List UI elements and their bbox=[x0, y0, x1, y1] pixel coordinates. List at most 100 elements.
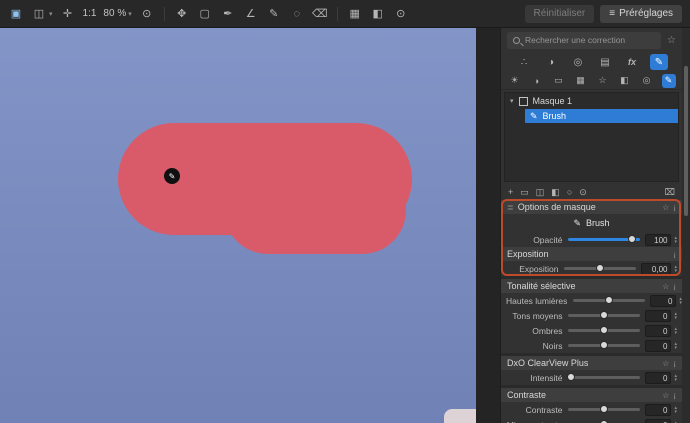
favorites-filter-icon[interactable]: ☆ bbox=[667, 35, 676, 46]
crop-tool-icon[interactable]: ▢ bbox=[197, 6, 213, 22]
brush-tool-icon[interactable]: ✎ bbox=[266, 6, 282, 22]
move-tool-icon[interactable]: ✛ bbox=[60, 6, 76, 22]
reset-section-icon[interactable]: ¡ bbox=[673, 250, 676, 259]
stepper[interactable]: ▴ ▾ bbox=[674, 236, 677, 244]
slider-value[interactable]: 0 bbox=[645, 325, 671, 337]
section-header-mask-options[interactable]: ≣ Options de masque ☆ ¡ bbox=[501, 200, 682, 214]
stepper-down-icon[interactable]: ▾ bbox=[674, 378, 677, 382]
slider-thumb[interactable] bbox=[600, 326, 608, 334]
slider-track[interactable] bbox=[573, 299, 645, 302]
single-view-icon[interactable]: ▣ bbox=[8, 6, 24, 22]
panel-scrollbar[interactable] bbox=[682, 28, 690, 423]
slider-value[interactable]: 0 bbox=[645, 372, 671, 384]
favorite-star-icon[interactable]: ☆ bbox=[662, 359, 669, 368]
tab-local-adjustments-icon[interactable]: ✎ bbox=[650, 54, 668, 70]
zoom-caret-icon[interactable]: ▾ bbox=[128, 10, 132, 18]
tab-light-icon[interactable]: ∴ bbox=[515, 54, 533, 70]
slider-value[interactable]: 0 bbox=[650, 295, 676, 307]
tab-geometry-icon[interactable]: ▤ bbox=[596, 54, 614, 70]
compare-icon[interactable]: ◧ bbox=[370, 6, 386, 22]
subtab-brush-icon[interactable]: ✎ bbox=[662, 74, 676, 88]
split-view-icon[interactable]: ◫ bbox=[31, 6, 47, 22]
stepper-down-icon[interactable]: ▾ bbox=[674, 331, 677, 335]
zoom-fit-icon[interactable]: ⊙ bbox=[139, 6, 155, 22]
exposure-slider-thumb[interactable] bbox=[596, 264, 604, 272]
search-input[interactable]: Rechercher une correction bbox=[507, 32, 661, 49]
drag-handle-icon[interactable]: ≣ bbox=[507, 203, 514, 212]
tab-color-icon[interactable]: ◑ bbox=[542, 54, 560, 70]
slider-value[interactable]: 0 bbox=[645, 419, 671, 423]
stepper-down-icon[interactable]: ▾ bbox=[674, 269, 677, 273]
slider-value[interactable]: 0 bbox=[645, 310, 671, 322]
circle-mask-icon[interactable]: ○ bbox=[567, 187, 572, 197]
slider-value[interactable]: 0 bbox=[645, 404, 671, 416]
stepper-down-icon[interactable]: ▾ bbox=[674, 316, 677, 320]
slider-thumb[interactable] bbox=[600, 405, 608, 413]
stepper-down-icon[interactable]: ▾ bbox=[674, 240, 677, 244]
show-mask-eye-icon[interactable]: ⊙ bbox=[393, 6, 409, 22]
trash-icon[interactable]: ⌧ bbox=[665, 187, 675, 198]
zoom-1to1-button[interactable]: 1:1 bbox=[83, 8, 97, 19]
opacity-value[interactable]: 100 bbox=[645, 234, 671, 246]
opacity-slider-thumb[interactable] bbox=[628, 235, 636, 243]
slider-track[interactable] bbox=[568, 314, 640, 317]
mask-layer-row[interactable]: ▾ Masque 1 bbox=[505, 93, 678, 109]
subtab-grid-icon[interactable]: ▦ bbox=[574, 74, 588, 88]
stepper-down-icon[interactable]: ▾ bbox=[674, 410, 677, 414]
slider-track[interactable] bbox=[568, 329, 640, 332]
exposure-value[interactable]: 0,00 bbox=[641, 263, 671, 275]
pipette-tool-icon[interactable]: ✒ bbox=[220, 6, 236, 22]
slider-thumb[interactable] bbox=[600, 311, 608, 319]
hand-tool-icon[interactable]: ✥ bbox=[174, 6, 190, 22]
subtab-favorites-icon[interactable]: ☆ bbox=[596, 74, 610, 88]
subtab-gradient-icon[interactable]: ◧ bbox=[618, 74, 632, 88]
show-mask-icon[interactable]: ⊙ bbox=[579, 187, 587, 198]
reset-section-icon[interactable]: ¡ bbox=[673, 282, 676, 291]
duplicate-mask-icon[interactable]: ◫ bbox=[536, 187, 545, 198]
split-view-caret-icon[interactable]: ▾ bbox=[49, 10, 53, 18]
slider-track[interactable] bbox=[568, 376, 640, 379]
section-header-contrast[interactable]: Contraste ☆ ¡ bbox=[501, 388, 682, 402]
stepper[interactable]: ▴▾ bbox=[674, 327, 677, 335]
eraser-tool-icon[interactable]: ⌫ bbox=[312, 6, 328, 22]
section-header-exposure[interactable]: Exposition ¡ bbox=[501, 247, 682, 261]
stepper[interactable]: ▴▾ bbox=[674, 312, 677, 320]
section-header-clearview[interactable]: DxO ClearView Plus ☆ ¡ bbox=[501, 356, 682, 370]
favorite-star-icon[interactable]: ☆ bbox=[662, 203, 669, 212]
zoom-level-value[interactable]: 80 % bbox=[103, 8, 126, 19]
subtab-crop-icon[interactable]: ▭ bbox=[552, 74, 566, 88]
mask-visibility-checkbox[interactable] bbox=[519, 97, 528, 106]
grid-overlay-icon[interactable]: ▦ bbox=[347, 6, 363, 22]
expand-chevron-icon[interactable]: ▾ bbox=[510, 97, 514, 105]
image-canvas[interactable]: ✎ bbox=[0, 28, 476, 423]
subtab-circle-icon[interactable]: ◎ bbox=[640, 74, 654, 88]
add-mask-icon[interactable]: + bbox=[508, 187, 513, 197]
reset-section-icon[interactable]: ¡ bbox=[673, 203, 676, 212]
stepper-down-icon[interactable]: ▾ bbox=[674, 346, 677, 350]
invert-mask-icon[interactable]: ◧ bbox=[551, 187, 560, 198]
slider-thumb[interactable] bbox=[605, 296, 613, 304]
opacity-slider-track[interactable] bbox=[568, 238, 640, 241]
section-header-tonalite[interactable]: Tonalité sélective ☆ ¡ bbox=[501, 279, 682, 293]
auto-mask-tool-icon[interactable]: ◌ bbox=[289, 6, 305, 22]
slider-track[interactable] bbox=[568, 344, 640, 347]
tab-detail-icon[interactable]: ◎ bbox=[569, 54, 587, 70]
slider-thumb[interactable] bbox=[600, 341, 608, 349]
subtab-color-icon[interactable]: ◑ bbox=[530, 74, 544, 88]
subtab-exposure-icon[interactable]: ☀ bbox=[508, 74, 522, 88]
stepper[interactable]: ▴▾ bbox=[674, 406, 677, 414]
stepper[interactable]: ▴▾ bbox=[674, 374, 677, 382]
exposure-slider-track[interactable] bbox=[564, 267, 636, 270]
stepper[interactable]: ▴ ▾ bbox=[674, 265, 677, 273]
presets-button[interactable]: ≡ Préréglages bbox=[600, 5, 682, 23]
scrollbar-thumb[interactable] bbox=[684, 66, 688, 216]
reset-button[interactable]: Réinitialiser bbox=[525, 5, 595, 23]
mask-tool-item-brush[interactable]: ✎ Brush bbox=[525, 109, 678, 123]
new-selection-icon[interactable]: ▭ bbox=[520, 187, 529, 198]
slider-thumb[interactable] bbox=[567, 373, 575, 381]
slider-track[interactable] bbox=[568, 408, 640, 411]
slider-value[interactable]: 0 bbox=[645, 340, 671, 352]
reset-section-icon[interactable]: ¡ bbox=[673, 391, 676, 400]
horizon-tool-icon[interactable]: ∠ bbox=[243, 6, 259, 22]
reset-section-icon[interactable]: ¡ bbox=[673, 359, 676, 368]
